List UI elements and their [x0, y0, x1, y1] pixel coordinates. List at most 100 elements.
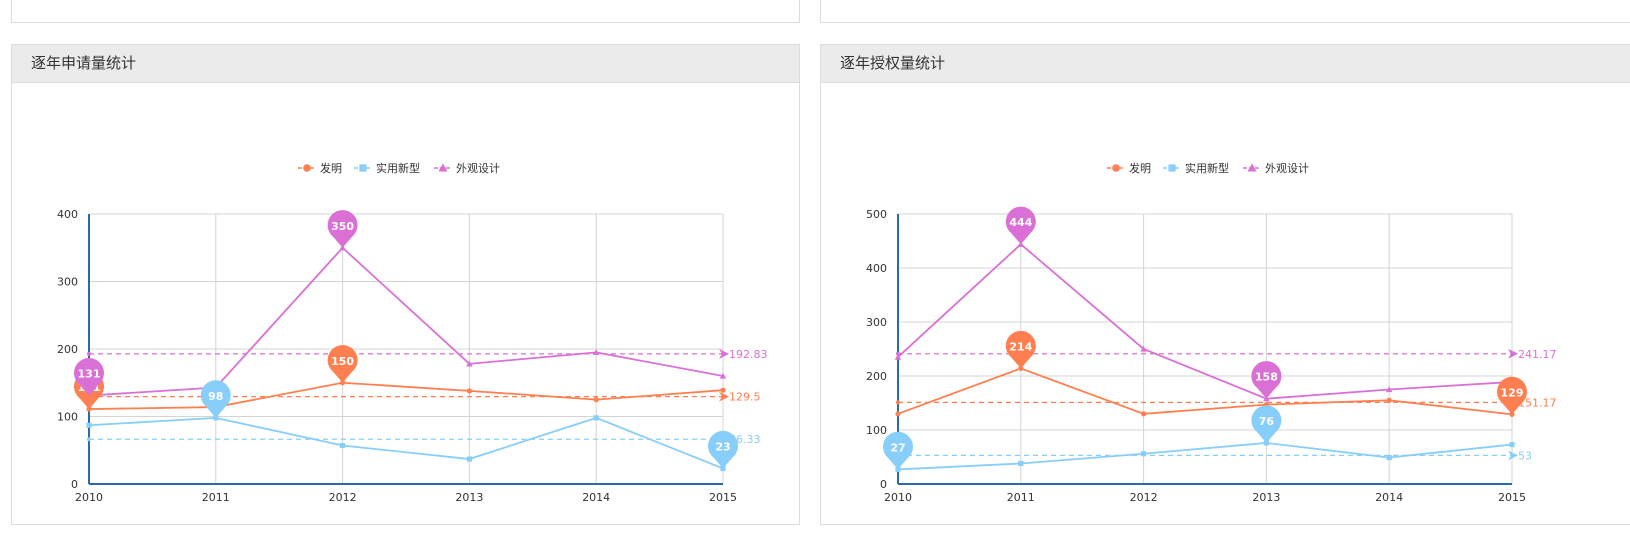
- data-point-marker: [1386, 397, 1392, 403]
- line-chart-applications: 0 100 200 300 400 2010 2011 2012 2013 2014 2015 发明 实…: [57, 161, 768, 504]
- legend-item-2[interactable]: 实用新型: [354, 161, 420, 175]
- data-point-marker: [1141, 451, 1147, 457]
- series-line: [88, 246, 724, 397]
- chart-panel-applications: 逐年申请量统计 0 100 200 300 400 2010 2011 2012 2013 201…: [11, 44, 800, 525]
- arrow-icon: [1508, 450, 1518, 461]
- data-point-marker: [340, 442, 346, 449]
- legend-circle-icon: [303, 164, 311, 172]
- x-tick-label: 2013: [455, 491, 483, 504]
- legend-label: 实用新型: [1185, 161, 1229, 175]
- series-实用新型: [895, 440, 1515, 473]
- average-value-label: 53: [1518, 449, 1532, 462]
- data-point-marker: [593, 415, 599, 421]
- top-panel-stub-right: [820, 0, 1630, 23]
- legend-item-3[interactable]: 外观设计: [434, 162, 500, 175]
- legend-label: 外观设计: [1265, 162, 1309, 175]
- y-tick-label: 100: [866, 424, 887, 437]
- legend-square-icon: [1168, 164, 1176, 172]
- top-panel-stub-left: [11, 0, 800, 23]
- series-line: [897, 367, 1513, 416]
- mark-point-value: 444: [1009, 216, 1032, 229]
- x-tick-label: 2011: [1007, 491, 1035, 504]
- data-point-marker: [86, 422, 92, 428]
- series-实用新型: [86, 415, 726, 472]
- x-tick-label: 2015: [709, 491, 737, 504]
- y-tick-label: 500: [866, 208, 887, 221]
- average-line-start: [87, 351, 91, 356]
- chart-panel-grants: 逐年授权量统计 0 100 200 300 400 500 2010 2011 2012 2013…: [820, 44, 1630, 525]
- series-line: [88, 381, 724, 410]
- legend-circle-icon: [1112, 164, 1120, 172]
- mark-point-value: 350: [331, 220, 354, 233]
- legend-item-2[interactable]: 实用新型: [1163, 161, 1229, 175]
- data-point-marker: [466, 456, 472, 462]
- data-point-marker: [1018, 460, 1024, 467]
- average-markline: 241.17: [896, 348, 1557, 361]
- y-tick-label: 100: [57, 411, 78, 424]
- x-tick-label: 2010: [884, 491, 912, 504]
- x-tick-label: 2014: [582, 491, 610, 504]
- series-line: [897, 442, 1513, 471]
- y-tick-label: 0: [71, 478, 78, 491]
- series-line: [88, 416, 724, 470]
- average-line-start: [896, 400, 900, 405]
- mark-point-value: 150: [331, 355, 354, 368]
- mark-point-value: 214: [1009, 340, 1032, 353]
- series-外观设计: [894, 241, 1516, 402]
- legend-label: 外观设计: [456, 162, 500, 175]
- mark-point-value: 131: [78, 368, 101, 381]
- average-markline: 192.83: [87, 348, 768, 361]
- legend-label: 实用新型: [376, 161, 420, 175]
- mark-point-value: 27: [890, 441, 905, 454]
- grid: [897, 213, 1513, 485]
- x-tick-label: 2012: [1130, 491, 1158, 504]
- legend: 发明 实用新型 外观设计: [1107, 161, 1309, 175]
- series-发明: [86, 380, 726, 412]
- average-markline: 53: [896, 449, 1532, 462]
- y-tick-label: 400: [57, 208, 78, 221]
- legend: 发明 实用新型 外观设计: [298, 161, 500, 175]
- data-point-marker: [895, 411, 901, 417]
- y-tick-label: 0: [880, 478, 887, 491]
- average-line-start: [87, 437, 91, 442]
- mark-point-value: 129: [1501, 386, 1524, 399]
- data-point-marker: [466, 388, 472, 394]
- legend-item-3[interactable]: 外观设计: [1243, 162, 1309, 175]
- y-tick-label: 200: [57, 343, 78, 356]
- y-tick-label: 300: [57, 276, 78, 289]
- x-tick-label: 2011: [202, 491, 230, 504]
- mark-point-value: 76: [1259, 415, 1275, 428]
- series-外观设计: [85, 244, 727, 399]
- x-tick-label: 2010: [75, 491, 103, 504]
- average-markline: 129.5: [87, 391, 761, 404]
- legend-label: 发明: [320, 161, 342, 175]
- mark-points: 27 76: [883, 405, 1282, 470]
- x-tick-label: 2012: [329, 491, 357, 504]
- grid: [88, 213, 724, 485]
- panel-title: 逐年授权量统计: [821, 45, 1630, 83]
- data-point-marker: [1509, 441, 1515, 448]
- average-value-label: 129.5: [729, 391, 761, 404]
- x-tick-label: 2013: [1252, 491, 1280, 504]
- legend-square-icon: [359, 164, 367, 172]
- arrow-icon: [1508, 348, 1518, 359]
- mark-point-value: 158: [1255, 371, 1278, 384]
- average-markline: 66.33: [87, 433, 761, 446]
- y-tick-label: 300: [866, 316, 887, 329]
- data-point-marker: [1386, 454, 1392, 461]
- data-point-marker: [593, 397, 599, 403]
- data-point-marker: [1141, 411, 1147, 417]
- y-tick-label: 400: [866, 262, 887, 275]
- average-value-label: 241.17: [1518, 348, 1557, 361]
- panel-title: 逐年申请量统计: [12, 45, 799, 83]
- data-point-marker: [720, 387, 726, 393]
- y-tick-label: 200: [866, 370, 887, 383]
- legend-item-1[interactable]: 发明: [298, 161, 342, 175]
- legend-item-1[interactable]: 发明: [1107, 161, 1151, 175]
- line-chart-grants: 0 100 200 300 400 500 2010 2011 2012 2013 2014 2015…: [866, 161, 1557, 504]
- mark-point-value: 98: [208, 390, 223, 403]
- legend-label: 发明: [1129, 161, 1151, 175]
- x-tick-label: 2015: [1498, 491, 1526, 504]
- mark-point-value: 23: [715, 440, 730, 453]
- x-tick-label: 2014: [1375, 491, 1403, 504]
